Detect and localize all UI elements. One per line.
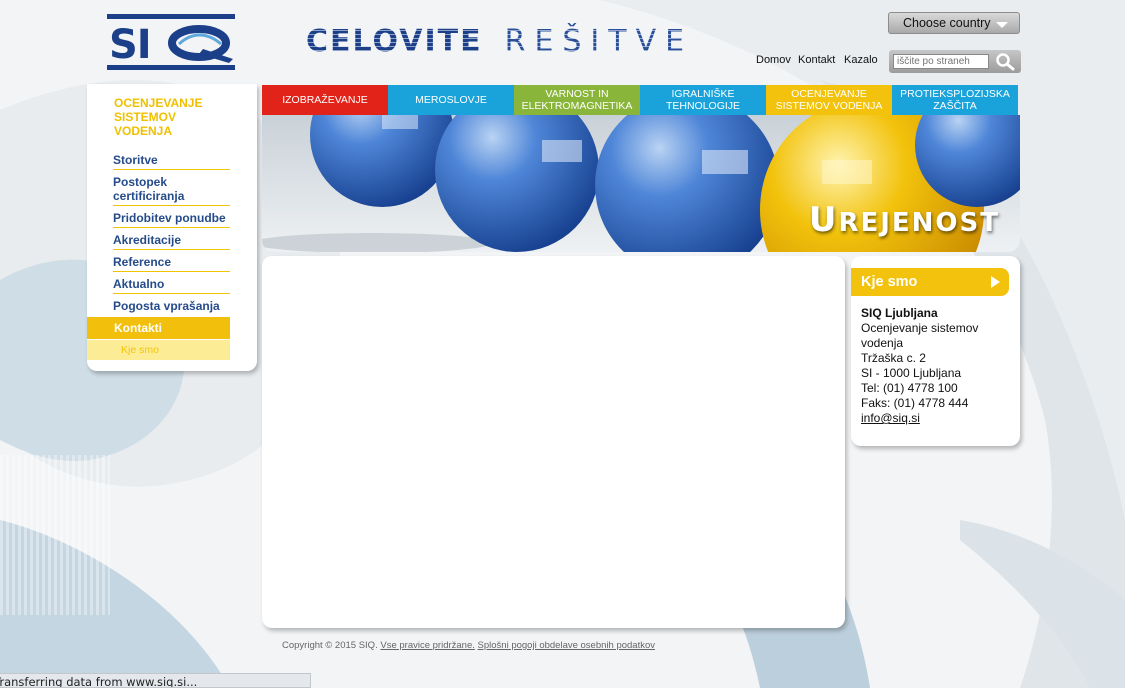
contact-email-link[interactable]: info@siq.si [861,411,1011,426]
link-kontakt[interactable]: Kontakt [798,54,835,66]
tagline: CELOVITE REŠITVE [306,23,694,59]
search-icon[interactable] [993,51,1017,72]
nav-item-storitve[interactable]: Storitve [113,153,230,170]
menu-igralniske-tehnologije[interactable]: IGRALNIŠKE TEHNOLOGIJE [640,85,766,115]
nav-subitem-kje-smo[interactable]: Kje smo [87,340,230,360]
menu-izobrazevanje[interactable]: IZOBRAŽEVANJE [262,85,388,115]
browser-status-bar: Transferring data from www.siq.si... [0,673,311,688]
status-text: Transferring data from www.siq.si... [0,675,198,688]
main-content-panel [262,256,845,628]
section-heading: OCENJEVANJE SISTEMOV VODENJA [114,96,203,138]
contact-street: Tržaška c. 2 [861,351,926,365]
menu-protieksplozijska-label: PROTIEKSPLOZIJSKA ZAŠČITA [900,88,1010,112]
top-menu: IZOBRAŽEVANJE MEROSLOVJE VARNOST IN ELEK… [262,85,1018,115]
contact-box-title: Kje smo [861,274,918,290]
svg-text:SI: SI [109,22,151,68]
link-kazalo[interactable]: Kazalo [844,54,878,66]
siq-logo[interactable]: SI [107,14,235,70]
search-input[interactable] [893,54,989,69]
contact-box: Kje smo SIQ Ljubljana Ocenjevanje sistem… [851,256,1020,446]
footer: Copyright © 2015 SIQ. Vse pravice pridrž… [282,640,655,651]
contact-city: SI - 1000 Ljubljana [861,366,962,380]
menu-varnost-label: VARNOST IN ELEKTROMAGNETIKA [521,88,633,112]
banner-headline-cap: U [808,200,839,240]
menu-varnost-in-elektromagnetika[interactable]: VARNOST IN ELEKTROMAGNETIKA [514,85,640,115]
nav-item-postopek-certificiranja[interactable]: Postopek certificiranja [113,175,230,206]
contact-tel: Tel: (01) 4778 100 [861,381,958,395]
nav-item-aktualno[interactable]: Aktualno [113,277,230,294]
nav-item-kontakti[interactable]: Kontakti [87,317,230,339]
left-navigation: OCENJEVANJE SISTEMOV VODENJA Storitve Po… [87,84,257,371]
banner-headline-rest: REJENOST [838,208,1000,238]
contact-details: SIQ Ljubljana Ocenjevanje sistemov voden… [861,306,1011,426]
choose-country-label: Choose country [903,16,991,30]
banner-headline: UREJENOST [809,200,1000,240]
page: SI CELOVITE REŠITVE Choose country Domov… [0,0,1125,688]
menu-igralniske-label: IGRALNIŠKE TEHNOLOGIJE [665,88,741,112]
menu-izobrazevanje-label: IZOBRAŽEVANJE [282,94,368,106]
hero-banner: UREJENOST [262,115,1020,252]
nav-item-akreditacije[interactable]: Akreditacije [113,233,230,250]
nav-subitem-kje-smo-label: Kje smo [121,344,159,356]
footer-rights-link[interactable]: Vse pravice pridržane. [380,640,475,651]
choose-country-button[interactable]: Choose country [888,12,1020,34]
contact-box-header[interactable]: Kje smo [851,268,1009,296]
nav-item-pridobitev-ponudbe[interactable]: Pridobitev ponudbe [113,211,230,228]
nav-item-reference[interactable]: Reference [113,255,230,272]
tagline-bold: CELOVITE [306,23,483,59]
menu-ocenjevanje-label: OCENJEVANJE SISTEMOV VODENJA [775,88,883,112]
search-box [889,50,1021,73]
tagline-light: REŠITVE [504,23,694,59]
play-arrow-icon [991,276,1000,288]
nav-item-pogosta-vprasanja[interactable]: Pogosta vprašanja [113,299,230,315]
menu-meroslovje-label: MEROSLOVJE [415,94,487,106]
menu-protieksplozijska-zascita[interactable]: PROTIEKSPLOZIJSKA ZAŠČITA [892,85,1018,115]
menu-meroslovje[interactable]: MEROSLOVJE [388,85,514,115]
footer-terms-link[interactable]: Splošni pogoji obdelave osebnih podatkov [478,640,655,651]
contact-org: SIQ Ljubljana [861,306,938,320]
footer-copyright: Copyright © 2015 SIQ. [282,640,378,651]
contact-dept: Ocenjevanje sistemov vodenja [861,321,979,350]
menu-ocenjevanje-sistemov-vodenja[interactable]: OCENJEVANJE SISTEMOV VODENJA [766,85,892,115]
link-domov[interactable]: Domov [756,54,791,66]
contact-fax: Faks: (01) 4778 444 [861,396,969,410]
chevron-down-icon [996,22,1008,28]
nav-item-kontakti-label: Kontakti [114,321,162,335]
